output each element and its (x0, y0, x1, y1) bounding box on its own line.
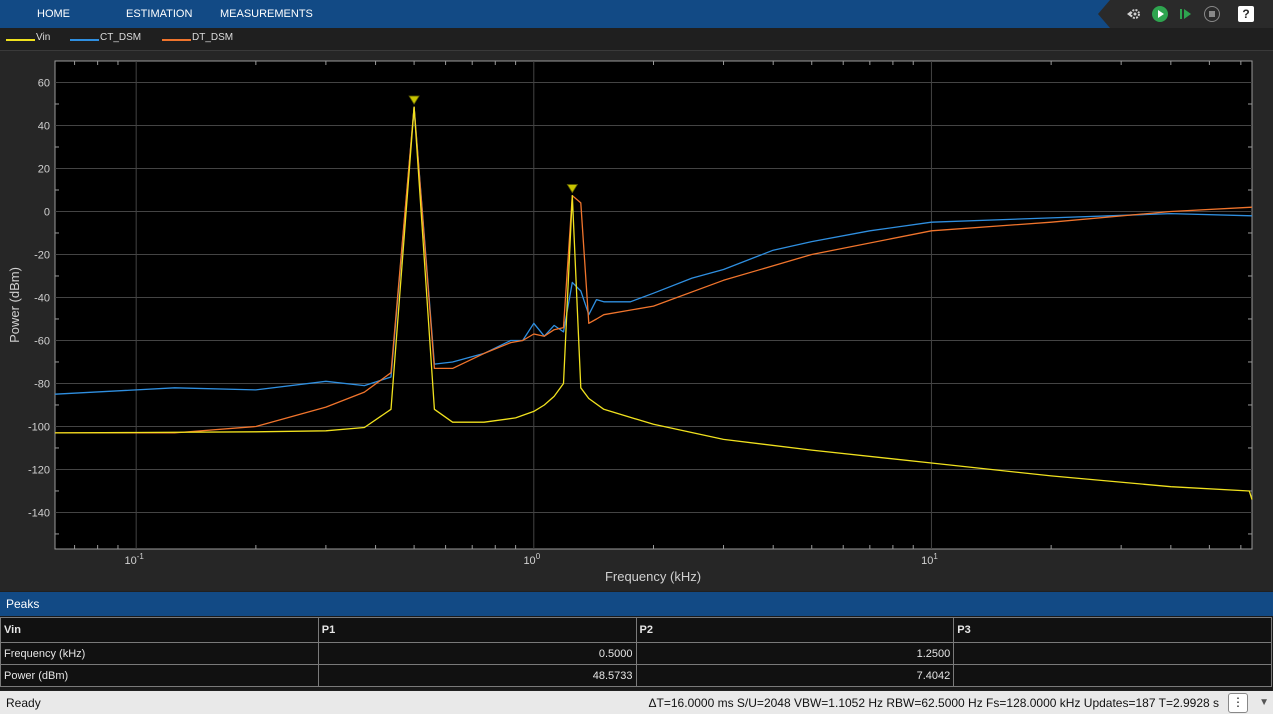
spectrum-plot[interactable]: 10-1 100 1016040200-20-40-60-80-100-120-14… (0, 51, 1273, 591)
table-cell: 7.4042 (635, 664, 955, 687)
y-tick-label: -120 (28, 464, 50, 476)
status-measurements: ΔT=16.0000 ms S/U=2048 VBW=1.1052 Hz RBW… (648, 696, 1219, 710)
legend: Vin CT_DSM DT_DSM (0, 28, 1273, 51)
table-row[interactable]: Power (dBm) 48.5733 7.4042 (0, 664, 1272, 687)
y-tick-label: 40 (38, 120, 50, 132)
y-tick-label: 0 (44, 206, 50, 218)
legend-label-vin: Vin (36, 32, 51, 43)
settings-icon[interactable] (1126, 6, 1142, 22)
legend-label-dt-dsm: DT_DSM (192, 32, 234, 43)
legend-label-ct-dsm: CT_DSM (100, 32, 142, 43)
row-label: Frequency (kHz) (0, 642, 319, 665)
table-cell: 48.5733 (317, 664, 637, 687)
column-header-vin: Vin (0, 617, 319, 643)
column-header-p2: P2 (635, 617, 955, 643)
x-axis-label: Frequency (kHz) (605, 569, 701, 584)
more-options-icon[interactable]: ⋮ (1228, 693, 1248, 713)
step-forward-icon[interactable] (1178, 6, 1194, 22)
tab-measurements[interactable]: MEASUREMENTS (220, 0, 313, 28)
peaks-panel: Peaks Vin P1 P2 P3 Frequency (kHz) 0.500… (0, 592, 1273, 690)
table-row[interactable]: Frequency (kHz) 0.5000 1.2500 (0, 642, 1272, 665)
table-cell (953, 664, 1272, 687)
axes-area (54, 60, 1253, 550)
column-header-p3: P3 (953, 617, 1272, 643)
y-tick-label: -100 (28, 421, 50, 433)
peaks-panel-header: Peaks (0, 592, 1273, 616)
y-tick-label: -80 (34, 378, 50, 390)
y-tick-label: -60 (34, 335, 50, 347)
legend-swatch-ct-dsm (70, 39, 99, 41)
legend-swatch-vin (6, 39, 35, 41)
tab-home[interactable]: HOME (37, 0, 70, 28)
table-cell: 0.5000 (317, 642, 637, 665)
table-header-row: Vin P1 P2 P3 (0, 617, 1272, 643)
peaks-title: Peaks (6, 597, 40, 611)
table-cell (953, 642, 1272, 665)
table-cell: 1.2500 (635, 642, 955, 665)
y-tick-label: -40 (34, 292, 50, 304)
column-header-p1: P1 (317, 617, 637, 643)
run-icon[interactable] (1152, 6, 1168, 22)
help-icon[interactable]: ? (1238, 6, 1254, 22)
tab-estimation[interactable]: ESTIMATION (126, 0, 192, 28)
toolstrip: HOME ESTIMATION MEASUREMENTS ? (0, 0, 1273, 28)
y-tick-label: 60 (38, 77, 50, 89)
legend-swatch-dt-dsm (162, 39, 191, 41)
y-axis-label: Power (dBm) (7, 267, 22, 343)
y-tick-label: 20 (38, 163, 50, 175)
status-bar: Ready ΔT=16.0000 ms S/U=2048 VBW=1.1052 … (0, 691, 1273, 714)
y-tick-label: -20 (34, 249, 50, 261)
y-tick-label: -140 (28, 507, 50, 519)
status-text: Ready (6, 696, 41, 710)
row-label: Power (dBm) (0, 664, 319, 687)
stop-icon[interactable] (1204, 6, 1220, 22)
run-controls: ? (1098, 0, 1273, 28)
peaks-table: Vin P1 P2 P3 Frequency (kHz) 0.5000 1.25… (0, 617, 1272, 687)
resize-handle-icon[interactable]: ▼ (1259, 697, 1269, 708)
